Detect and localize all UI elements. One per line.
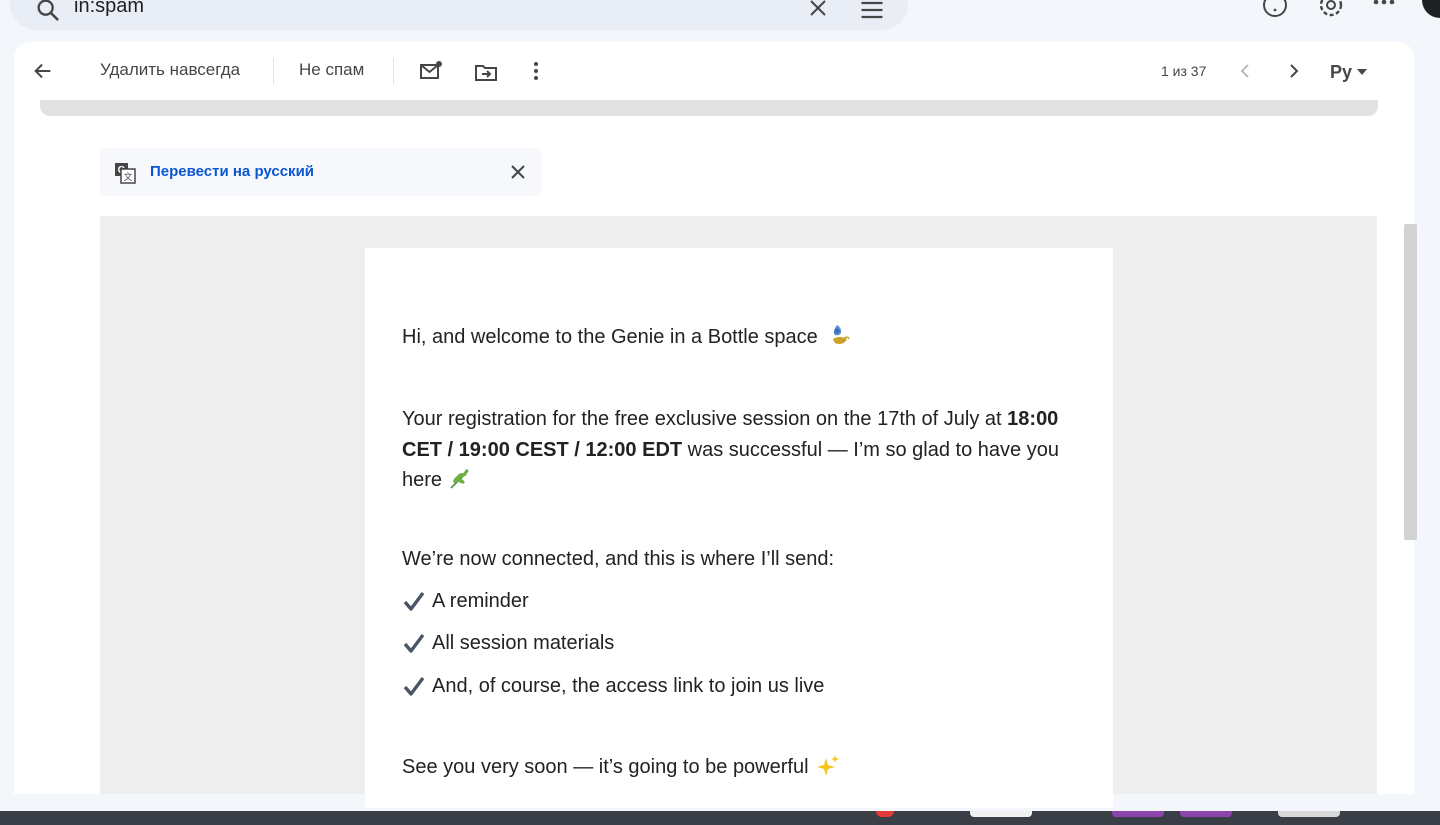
next-chevron-icon[interactable]: [1285, 62, 1303, 80]
os-taskbar: [0, 811, 1440, 825]
page-count: 1 из 37: [1161, 63, 1207, 79]
settings-gear-icon[interactable]: [1316, 0, 1346, 20]
translate-link[interactable]: Перевести на русский: [150, 163, 314, 180]
account-avatar[interactable]: [1422, 0, 1440, 18]
mark-unread-icon[interactable]: [419, 59, 443, 83]
mail-panel: Удалить навсегда Не спам 1 из 37 Ру 文 Пе…: [14, 42, 1414, 808]
connected-text: We’re now connected, and this is where I…: [402, 548, 835, 570]
closing-text: See you very soon — it’s going to be pow…: [402, 756, 809, 778]
more-options-icon[interactable]: [526, 60, 546, 82]
taskbar-app-icon[interactable]: [1278, 811, 1340, 817]
sparkles-emoji-icon: [817, 755, 840, 776]
translate-bar: G 文 Перевести на русский: [100, 148, 542, 196]
help-icon[interactable]: [1260, 0, 1290, 20]
taskbar-app-icon[interactable]: [970, 811, 1032, 817]
genie-emoji-icon: [833, 325, 851, 344]
close-icon[interactable]: [510, 164, 526, 180]
registration-text: Your registration for the free exclusive…: [402, 408, 1008, 430]
list-item-text: All session materials: [432, 632, 615, 654]
apps-grid-icon[interactable]: [1372, 0, 1396, 18]
closing-paragraph: See you very soon — it’s going to be pow…: [402, 752, 840, 783]
greeting-text: Hi, and welcome to the Genie in a Bottle…: [402, 326, 818, 348]
registration-paragraph: Your registration for the free exclusive…: [402, 404, 1082, 496]
list-item: And, of course, the access link to join …: [402, 671, 824, 702]
email-greeting: Hi, and welcome to the Genie in a Bottle…: [402, 322, 851, 353]
filter-options-icon[interactable]: [858, 0, 886, 24]
taskbar-app-icon[interactable]: [1112, 811, 1164, 817]
move-to-icon[interactable]: [474, 60, 498, 84]
check-mark-icon: [403, 634, 425, 653]
close-icon[interactable]: [806, 0, 830, 20]
delete-forever-button[interactable]: Удалить навсегда: [100, 60, 240, 80]
list-item-text: And, of course, the access link to join …: [432, 675, 825, 697]
list-item: A reminder: [402, 586, 529, 617]
taskbar-app-icon[interactable]: [876, 811, 894, 817]
prev-chevron-icon[interactable]: [1236, 62, 1254, 80]
search-bar[interactable]: in:spam: [10, 0, 908, 30]
input-language-label: Ру: [1330, 61, 1353, 82]
list-item: All session materials: [402, 628, 614, 659]
email-body-background: Hi, and welcome to the Genie in a Bottle…: [100, 216, 1377, 808]
search-icon[interactable]: [34, 0, 62, 24]
list-item-text: A reminder: [432, 590, 529, 612]
herb-emoji-icon: [450, 469, 469, 489]
scrollbar-thumb[interactable]: [1404, 224, 1417, 540]
search-input[interactable]: in:spam: [74, 0, 144, 18]
caret-down-icon: [1357, 69, 1368, 75]
translate-icon: G 文: [115, 163, 136, 184]
not-spam-button[interactable]: Не спам: [299, 60, 364, 80]
back-arrow-icon[interactable]: [32, 60, 54, 82]
message-toolbar: Удалить навсегда Не спам 1 из 37 Ру: [14, 42, 1396, 100]
input-language-selector[interactable]: Ру: [1330, 62, 1368, 82]
check-mark-icon: [403, 677, 425, 696]
collapsed-header-strip: [40, 100, 1378, 116]
svg-text:文: 文: [123, 171, 132, 182]
toolbar-divider: [393, 58, 394, 84]
email-card: Hi, and welcome to the Genie in a Bottle…: [365, 248, 1113, 808]
check-mark-icon: [403, 592, 425, 611]
toolbar-divider: [273, 58, 274, 84]
taskbar-app-icon[interactable]: [1180, 811, 1232, 817]
